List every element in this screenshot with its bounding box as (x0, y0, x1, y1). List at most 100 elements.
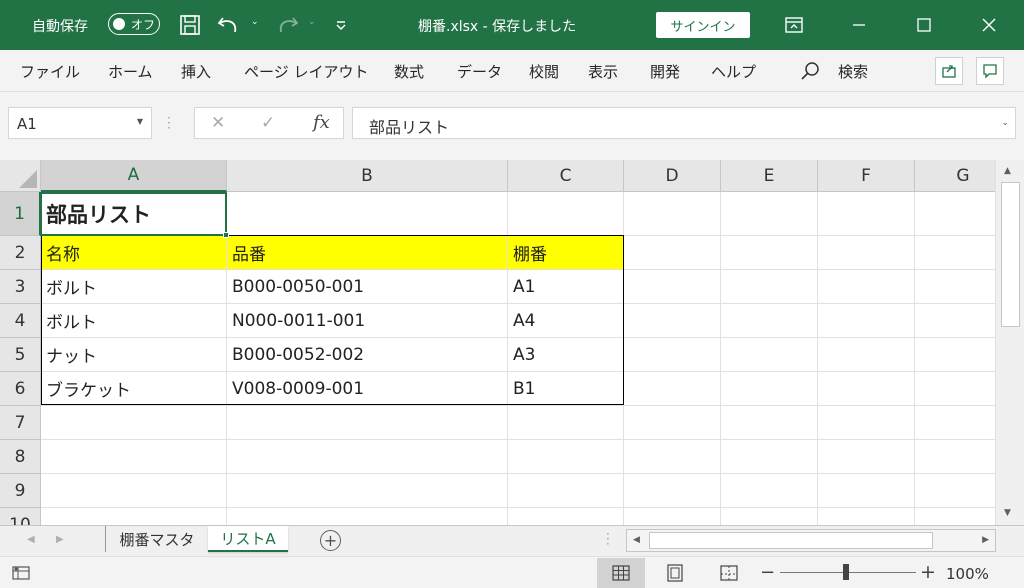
expand-formula-icon[interactable]: ⌄ (1001, 118, 1009, 128)
row-header-1[interactable]: 1 (0, 192, 41, 236)
cell-b9[interactable] (227, 474, 508, 508)
cell-b7[interactable] (227, 406, 508, 440)
tab-splitter-icon[interactable]: · · · (606, 528, 610, 550)
cell-c7[interactable] (508, 406, 624, 440)
column-header-g[interactable]: G (915, 160, 995, 192)
tab-review[interactable]: 校閲 (529, 61, 559, 82)
name-box[interactable]: A1 ▼ (8, 107, 152, 139)
sheet-tab-list-a[interactable]: リストA (208, 526, 288, 552)
tab-insert[interactable]: 挿入 (181, 61, 211, 82)
customize-toolbar-icon[interactable] (328, 12, 354, 38)
zoom-level[interactable]: 100% (946, 565, 989, 583)
row-header-5[interactable]: 5 (0, 338, 41, 372)
cell-e7[interactable] (721, 406, 818, 440)
scroll-right-icon[interactable]: ▶ (982, 535, 989, 545)
normal-view-icon[interactable] (597, 558, 645, 588)
horizontal-scroll-thumb[interactable] (649, 532, 933, 549)
tab-home[interactable]: ホーム (108, 61, 153, 82)
row-header-3[interactable]: 3 (0, 270, 41, 304)
cell-b3[interactable]: B000-0050-001 (227, 270, 508, 304)
cell-f6[interactable] (818, 372, 915, 406)
zoom-out-icon[interactable]: − (760, 562, 775, 583)
page-layout-view-icon[interactable] (651, 558, 699, 588)
cell-d1[interactable] (624, 192, 721, 236)
chevron-down-icon[interactable]: ▼ (137, 117, 143, 126)
column-header-e[interactable]: E (721, 160, 818, 192)
enter-icon[interactable]: ✓ (261, 113, 275, 133)
cell-e10[interactable] (721, 508, 818, 525)
row-header-6[interactable]: 6 (0, 372, 41, 406)
redo-icon[interactable] (274, 12, 300, 38)
cell-f7[interactable] (818, 406, 915, 440)
cell-e1[interactable] (721, 192, 818, 236)
cancel-icon[interactable]: ✕ (211, 113, 225, 133)
cell-a7[interactable] (41, 406, 227, 440)
cell-e4[interactable] (721, 304, 818, 338)
row-header-9[interactable]: 9 (0, 474, 41, 508)
cell-g6[interactable] (915, 372, 995, 406)
cell-a8[interactable] (41, 440, 227, 474)
cell-c5[interactable]: A3 (508, 338, 624, 372)
search-icon[interactable] (800, 60, 822, 86)
insert-function-icon[interactable]: fx (313, 112, 330, 133)
cell-e2[interactable] (721, 236, 818, 270)
cell-b5[interactable]: B000-0052-002 (227, 338, 508, 372)
prev-sheet-icon[interactable]: ◀ (27, 534, 35, 545)
cell-b1[interactable] (227, 192, 508, 236)
vertical-scrollbar[interactable]: ▲ ▼ (995, 160, 1024, 525)
cell-f4[interactable] (818, 304, 915, 338)
signin-button[interactable]: サインイン (656, 12, 750, 38)
cell-g10[interactable] (915, 508, 995, 525)
cell-e8[interactable] (721, 440, 818, 474)
worksheet-grid[interactable]: A B C D E F G 1 2 3 4 5 6 7 8 9 10 部品リスト… (0, 160, 995, 525)
cell-f10[interactable] (818, 508, 915, 525)
cell-b6[interactable]: V008-0009-001 (227, 372, 508, 406)
cell-c8[interactable] (508, 440, 624, 474)
cell-c1[interactable] (508, 192, 624, 236)
cell-b4[interactable]: N000-0011-001 (227, 304, 508, 338)
cell-g4[interactable] (915, 304, 995, 338)
fill-handle[interactable] (223, 232, 229, 238)
cell-b2-header[interactable]: 品番 (227, 236, 508, 270)
cell-e6[interactable] (721, 372, 818, 406)
undo-icon[interactable] (216, 12, 242, 38)
column-header-c[interactable]: C (508, 160, 624, 192)
cell-a4[interactable]: ボルト (41, 304, 227, 338)
row-header-2[interactable]: 2 (0, 236, 41, 270)
cell-d3[interactable] (624, 270, 721, 304)
cell-d6[interactable] (624, 372, 721, 406)
cell-d8[interactable] (624, 440, 721, 474)
cell-g1[interactable] (915, 192, 995, 236)
vertical-scroll-thumb[interactable] (1001, 182, 1020, 327)
cell-b10[interactable] (227, 508, 508, 525)
column-header-b[interactable]: B (227, 160, 508, 192)
cell-g8[interactable] (915, 440, 995, 474)
cell-a3[interactable]: ボルト (41, 270, 227, 304)
cell-f9[interactable] (818, 474, 915, 508)
ribbon-display-icon[interactable] (771, 0, 817, 50)
save-icon[interactable] (177, 12, 203, 38)
cell-e3[interactable] (721, 270, 818, 304)
cell-c4[interactable]: A4 (508, 304, 624, 338)
select-all-button[interactable] (0, 160, 41, 192)
column-header-d[interactable]: D (624, 160, 721, 192)
cell-f8[interactable] (818, 440, 915, 474)
cell-c6[interactable]: B1 (508, 372, 624, 406)
formula-input[interactable]: 部品リスト ⌄ (352, 107, 1016, 139)
cell-f1[interactable] (818, 192, 915, 236)
cell-g7[interactable] (915, 406, 995, 440)
tab-view[interactable]: 表示 (588, 61, 618, 82)
tab-developer[interactable]: 開発 (650, 61, 680, 82)
tab-file[interactable]: ファイル (20, 61, 80, 82)
cell-a5[interactable]: ナット (41, 338, 227, 372)
comments-button[interactable] (976, 57, 1004, 85)
tell-me-search[interactable]: 検索 (838, 61, 868, 82)
tab-data[interactable]: データ (457, 61, 502, 82)
cell-f3[interactable] (818, 270, 915, 304)
macro-record-icon[interactable] (12, 565, 30, 585)
row-header-7[interactable]: 7 (0, 406, 41, 440)
undo-dropdown-icon[interactable]: ⌄ (251, 17, 259, 27)
close-icon[interactable] (966, 0, 1012, 50)
row-header-8[interactable]: 8 (0, 440, 41, 474)
cell-a10[interactable] (41, 508, 227, 525)
